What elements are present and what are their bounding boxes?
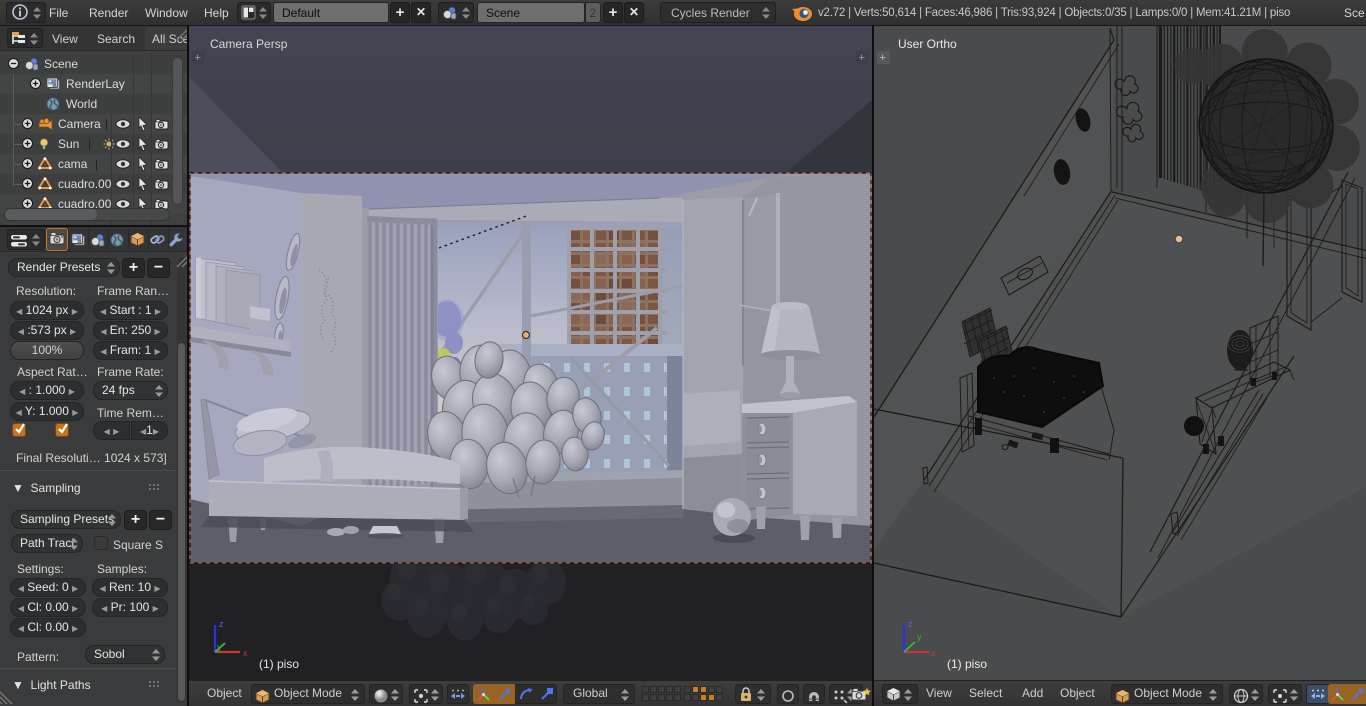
svg-text:+: + — [195, 52, 201, 64]
svg-text:z: z — [219, 619, 224, 629]
svg-text:(1) piso: (1) piso — [259, 657, 299, 671]
svg-text:+: + — [859, 52, 865, 64]
svg-text:x: x — [931, 648, 936, 658]
svg-text:y: y — [917, 632, 922, 642]
svg-text:x: x — [243, 648, 248, 658]
svg-text:z: z — [908, 619, 913, 629]
svg-text:Camera Persp: Camera Persp — [210, 37, 288, 51]
svg-text:y: y — [217, 642, 222, 652]
svg-text:User Ortho: User Ortho — [898, 37, 957, 51]
svg-text:+: + — [880, 52, 886, 64]
svg-text:(1) piso: (1) piso — [947, 657, 987, 671]
